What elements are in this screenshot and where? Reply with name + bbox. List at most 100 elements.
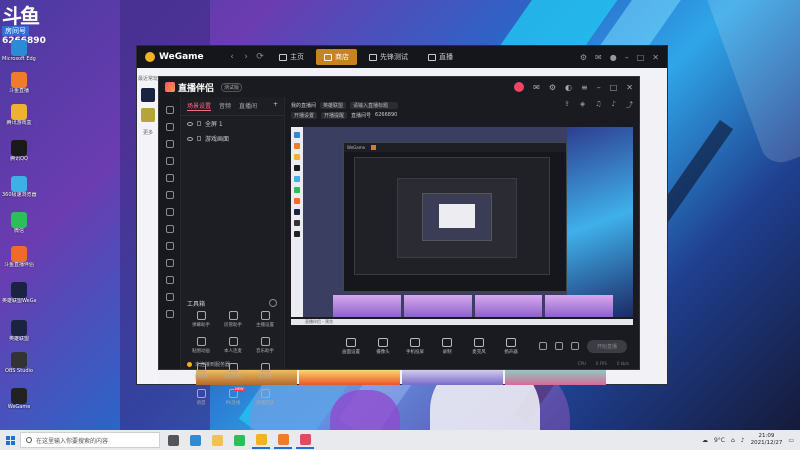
- refresh-icon[interactable]: ⟳: [253, 52, 267, 62]
- banner-card[interactable]: [505, 369, 606, 385]
- clock[interactable]: 21:09 2021/12/27: [751, 433, 783, 447]
- minimize-icon[interactable]: –: [625, 53, 629, 62]
- timer-icon[interactable]: [165, 276, 174, 284]
- text-icon[interactable]: [165, 208, 174, 216]
- taskbar-app-edge[interactable]: [186, 431, 204, 449]
- maximize-icon[interactable]: □: [637, 53, 645, 62]
- banner-card[interactable]: [402, 369, 503, 385]
- taskbar-app-douyu[interactable]: [274, 431, 292, 449]
- tool-item[interactable]: 贴图动画: [185, 337, 217, 354]
- link-icon[interactable]: ⤴: [626, 100, 633, 110]
- eye-icon[interactable]: [187, 136, 193, 141]
- mail-icon[interactable]: ✉: [595, 53, 602, 62]
- stream-settings-tag[interactable]: 开播设置: [291, 111, 318, 119]
- start-button[interactable]: [0, 430, 20, 450]
- tab-2[interactable]: 先锋测试: [361, 49, 416, 65]
- live-titlebar[interactable]: 直播伴侣 测试版 ✉ ⚙ ◐ ≡ – □ ✕: [159, 77, 639, 97]
- minimize-icon[interactable]: –: [597, 83, 601, 92]
- video-icon[interactable]: [165, 225, 174, 233]
- control-item[interactable]: 麦克风: [465, 337, 493, 355]
- desktop-shortcut[interactable]: 微信: [2, 212, 36, 234]
- avatar[interactable]: [514, 82, 525, 92]
- scene-tab[interactable]: 直播间: [239, 101, 257, 111]
- desktop-shortcut[interactable]: OBS Studio: [2, 352, 36, 374]
- stream-preview[interactable]: WeGame: [291, 127, 633, 317]
- volume-icon[interactable]: ♪: [741, 437, 745, 444]
- tab-1[interactable]: 商店: [316, 49, 357, 65]
- desktop-shortcut[interactable]: WeGame: [2, 388, 36, 410]
- tool-item[interactable]: 直播回放: [249, 389, 281, 406]
- scene-tab[interactable]: 音频: [219, 101, 231, 111]
- stream-reminder-tag[interactable]: 开播提醒: [321, 111, 348, 119]
- add-scene-icon[interactable]: +: [273, 101, 278, 111]
- tool-item[interactable]: 本人连麦: [217, 337, 249, 354]
- settings-icon[interactable]: ⚙: [549, 83, 556, 92]
- tool-item[interactable]: 主播设置: [249, 311, 281, 328]
- notice-icon[interactable]: ♫: [595, 100, 601, 110]
- desktop-shortcut[interactable]: 斗鱼直播: [2, 72, 36, 94]
- scene-tab[interactable]: 场景设置: [187, 101, 212, 111]
- taskbar-app-task-view[interactable]: [164, 431, 182, 449]
- taskbar-search[interactable]: 在这里输入你要搜索的内容: [20, 432, 160, 448]
- tab-3[interactable]: 直播: [420, 49, 461, 65]
- control-item[interactable]: 扬声器: [497, 337, 525, 355]
- close-icon[interactable]: ✕: [652, 53, 659, 62]
- taskbar-app-wechat[interactable]: [230, 431, 248, 449]
- more-games-label[interactable]: 更多: [137, 130, 159, 136]
- tool-item[interactable]: NEW PK连线: [217, 387, 249, 406]
- home-icon[interactable]: [165, 106, 174, 114]
- taskbar-app-file-explorer[interactable]: [208, 431, 226, 449]
- tool-item[interactable]: 音乐助手: [249, 337, 281, 354]
- tool-item[interactable]: 房管助手: [217, 311, 249, 328]
- desktop-shortcut[interactable]: 斗鱼直播伴侣: [2, 246, 36, 268]
- lock-icon[interactable]: [197, 121, 201, 126]
- bell-icon[interactable]: ♪: [612, 100, 616, 110]
- game-icon[interactable]: [165, 157, 174, 165]
- skin-icon[interactable]: ◐: [565, 83, 572, 92]
- desktop-shortcut[interactable]: 英雄联盟WeGame版: [2, 282, 36, 304]
- recent-game-lol-icon[interactable]: [141, 88, 155, 102]
- avatar[interactable]: ●: [610, 53, 617, 62]
- browser-icon[interactable]: [165, 259, 174, 267]
- settings-icon[interactable]: [570, 342, 579, 350]
- settings-icon[interactable]: ⚙: [580, 53, 587, 62]
- window-icon[interactable]: [165, 174, 174, 182]
- camera-toggle-icon[interactable]: [554, 342, 563, 350]
- control-item[interactable]: 录制: [433, 337, 461, 355]
- share-icon[interactable]: ⇪: [564, 100, 570, 110]
- temperature[interactable]: 9°C: [714, 437, 725, 444]
- start-stream-button[interactable]: 开始直播: [586, 339, 627, 353]
- stream-title-input[interactable]: 请输入直播标题: [350, 101, 399, 109]
- control-item[interactable]: 手机投屏: [401, 337, 429, 355]
- control-item[interactable]: 摄像头: [369, 337, 397, 355]
- gift-icon[interactable]: ◈: [580, 100, 585, 110]
- gift-icon[interactable]: [165, 293, 174, 301]
- scene-item[interactable]: 游戏画面: [181, 131, 284, 146]
- desktop-shortcut[interactable]: 360极速浏览器: [2, 176, 36, 198]
- taskbar-app-live-companion[interactable]: [296, 431, 314, 449]
- tool-item[interactable]: 语音: [185, 389, 217, 406]
- network-icon[interactable]: ⌂: [731, 437, 735, 444]
- eye-icon[interactable]: [187, 121, 193, 126]
- music-icon[interactable]: [165, 242, 174, 250]
- desktop-shortcut[interactable]: 英雄联盟: [2, 320, 36, 342]
- weather-icon[interactable]: ☁: [702, 437, 708, 444]
- tool-item[interactable]: 弹幕助手: [185, 311, 217, 328]
- toolbox-toggle-icon[interactable]: [269, 299, 277, 307]
- live-companion-window[interactable]: 直播伴侣 测试版 ✉ ⚙ ◐ ≡ – □ ✕ 场景设置 音频 直播间 + 全屏 1 游戏…: [158, 76, 640, 406]
- close-icon[interactable]: ✕: [626, 83, 633, 92]
- control-item[interactable]: 画面设置: [337, 337, 365, 355]
- menu-icon[interactable]: ≡: [581, 83, 588, 92]
- scene-icon[interactable]: [165, 123, 174, 131]
- desktop-shortcut[interactable]: 腾讯游戏盒: [2, 104, 36, 126]
- scene-item[interactable]: 全屏 1: [181, 116, 284, 131]
- message-icon[interactable]: ✉: [533, 83, 540, 92]
- tab-0[interactable]: 主页: [271, 49, 312, 65]
- desktop-shortcut[interactable]: Microsoft Edge: [2, 40, 36, 62]
- more-icon[interactable]: [165, 310, 174, 318]
- category-selector[interactable]: 英雄联盟: [320, 101, 347, 109]
- camera-icon[interactable]: [165, 140, 174, 148]
- maximize-icon[interactable]: □: [610, 83, 618, 92]
- notification-icon[interactable]: ▭: [788, 437, 794, 444]
- wegame-titlebar[interactable]: WeGame ‹ › ⟳ 主页 商店 先锋测试 直播 ⚙ ✉ ● – □ ✕: [137, 46, 667, 68]
